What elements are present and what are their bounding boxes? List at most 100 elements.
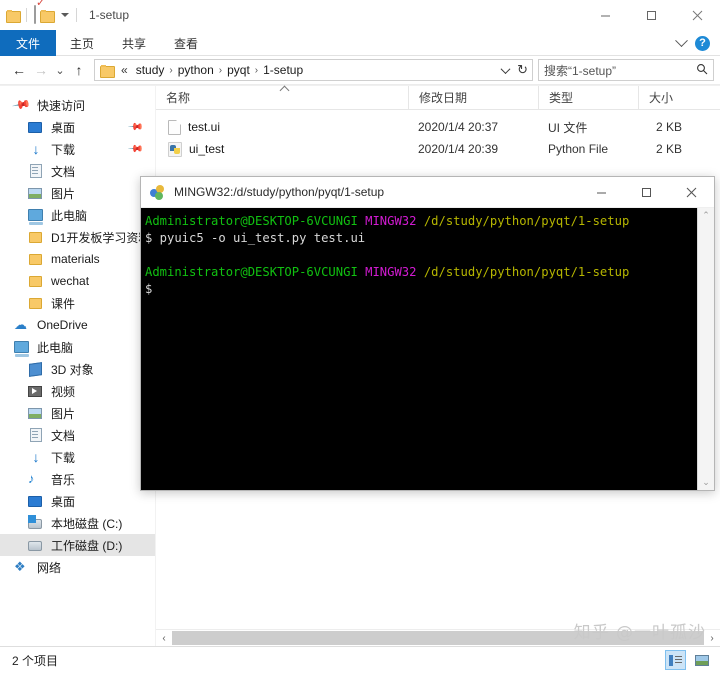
sidebar-item-8[interactable]: wechat bbox=[0, 270, 155, 292]
breadcrumb-item-python[interactable]: python bbox=[174, 63, 218, 77]
document-icon bbox=[28, 427, 44, 443]
scroll-left-icon[interactable]: ‹ bbox=[156, 630, 172, 647]
file-type-cell: UI 文件 bbox=[548, 120, 588, 135]
window-title: 1-setup bbox=[89, 8, 130, 22]
sidebar-item-9[interactable]: 课件 bbox=[0, 292, 155, 314]
sidebar-item-label: 音乐 bbox=[51, 472, 76, 487]
table-row[interactable]: test.ui 2020/1/4 20:37 UI 文件 2 KB bbox=[156, 116, 720, 138]
sidebar-item-20[interactable]: 工作磁盘 (D:) bbox=[0, 534, 155, 556]
search-icon[interactable] bbox=[696, 63, 708, 78]
pin-icon[interactable]: 📌 bbox=[126, 119, 143, 136]
sidebar-item-14[interactable]: 图片 bbox=[0, 402, 155, 424]
scroll-right-icon[interactable]: › bbox=[704, 630, 720, 647]
breadcrumb-overflow-icon[interactable]: « bbox=[115, 63, 132, 77]
column-header-type[interactable]: 类型 bbox=[538, 85, 638, 110]
videos-icon bbox=[28, 383, 44, 399]
terminal-screen[interactable]: Administrator@DESKTOP-6VCUNGI MINGW32 /d… bbox=[141, 208, 714, 490]
pin-icon: 📌 bbox=[11, 94, 32, 115]
tab-share[interactable]: 共享 bbox=[108, 30, 160, 56]
breadcrumb: « study › python › pyqt › 1-setup bbox=[115, 63, 496, 77]
terminal-line: Administrator@DESKTOP-6VCUNGI MINGW32 /d… bbox=[145, 264, 697, 281]
terminal-line: Administrator@DESKTOP-6VCUNGI MINGW32 /d… bbox=[145, 213, 697, 230]
terminal-close-button[interactable] bbox=[669, 177, 714, 208]
ribbon-tab-bar: 文件 主页 共享 查看 ? bbox=[0, 30, 720, 56]
sidebar-item-16[interactable]: ↓ 下载 bbox=[0, 446, 155, 468]
help-icon[interactable]: ? bbox=[695, 35, 710, 51]
chevron-down-icon[interactable] bbox=[675, 33, 688, 47]
maximize-button[interactable] bbox=[628, 0, 674, 30]
scroll-down-icon[interactable]: ⌄ bbox=[702, 477, 710, 488]
terminal-line: $ bbox=[145, 281, 697, 298]
address-dropdown-icon[interactable] bbox=[500, 63, 511, 74]
quick-access-toolbar bbox=[6, 5, 80, 24]
sidebar-item-5[interactable]: 此电脑 bbox=[0, 204, 155, 226]
terminal-vertical-scrollbar[interactable]: ⌃ ⌄ bbox=[697, 208, 714, 490]
address-bar[interactable]: « study › python › pyqt › 1-setup ↻ bbox=[94, 59, 533, 81]
sidebar-item-11[interactable]: 此电脑 bbox=[0, 336, 155, 358]
sidebar-item-6[interactable]: D1开发板学习资料 bbox=[0, 226, 155, 248]
horizontal-scrollbar[interactable]: ‹ › bbox=[156, 629, 720, 646]
sidebar-item-3[interactable]: 文档 bbox=[0, 160, 155, 182]
column-header-name[interactable]: 名称 bbox=[156, 85, 408, 110]
tab-view[interactable]: 查看 bbox=[160, 30, 212, 56]
details-view-button[interactable] bbox=[665, 650, 686, 670]
details-view-icon bbox=[669, 654, 682, 666]
customize-caret-icon[interactable] bbox=[61, 13, 69, 17]
breadcrumb-item-study[interactable]: study bbox=[132, 63, 169, 77]
large-icons-view-button[interactable] bbox=[691, 650, 712, 670]
terminal-minimize-button[interactable] bbox=[579, 177, 624, 208]
large-icons-view-icon bbox=[694, 654, 709, 666]
sidebar-item-13[interactable]: 视频 bbox=[0, 380, 155, 402]
refresh-icon[interactable]: ↻ bbox=[517, 62, 528, 78]
folder-icon bbox=[28, 273, 44, 289]
sidebar-item-7[interactable]: materials bbox=[0, 248, 155, 270]
sidebar-item-15[interactable]: 文档 bbox=[0, 424, 155, 446]
minimize-button[interactable] bbox=[582, 0, 628, 30]
new-folder-icon[interactable] bbox=[40, 9, 55, 23]
terminal-output[interactable]: Administrator@DESKTOP-6VCUNGI MINGW32 /d… bbox=[141, 208, 697, 490]
terminal-segment: MINGW32 bbox=[365, 265, 417, 279]
sidebar-item-4[interactable]: 图片 bbox=[0, 182, 155, 204]
sidebar-item-label: 图片 bbox=[51, 186, 76, 201]
sidebar-item-label: 视频 bbox=[51, 384, 76, 399]
sidebar-item-19[interactable]: 本地磁盘 (C:) bbox=[0, 512, 155, 534]
column-header-date[interactable]: 修改日期 bbox=[408, 85, 538, 110]
sidebar-item-12[interactable]: 3D 对象 bbox=[0, 358, 155, 380]
sidebar-item-label: 桌面 bbox=[51, 120, 76, 135]
sidebar-item-0[interactable]: 📌 快速访问 bbox=[0, 94, 155, 116]
terminal-segment: Administrator@DESKTOP-6VCUNGI bbox=[145, 265, 366, 279]
mingw32-terminal-window: MINGW32:/d/study/python/pyqt/1-setup Adm… bbox=[140, 176, 715, 491]
breadcrumb-item-pyqt[interactable]: pyqt bbox=[223, 63, 254, 77]
search-input[interactable]: 搜索“1-setup” bbox=[544, 62, 616, 79]
terminal-maximize-button[interactable] bbox=[624, 177, 669, 208]
search-box[interactable]: 搜索“1-setup” bbox=[538, 59, 714, 81]
file-size-cell: 2 KB bbox=[656, 142, 683, 156]
folder-icon[interactable] bbox=[6, 9, 21, 23]
sidebar-item-21[interactable]: ❖ 网络 bbox=[0, 556, 155, 578]
sidebar-item-2[interactable]: ↓ 下载 📌 bbox=[0, 138, 155, 160]
back-button[interactable]: ← bbox=[8, 59, 30, 81]
tab-file[interactable]: 文件 bbox=[0, 30, 57, 56]
table-row[interactable]: ui_test 2020/1/4 20:39 Python File 2 KB bbox=[156, 138, 720, 160]
sidebar-item-1[interactable]: 桌面 📌 bbox=[0, 116, 155, 138]
column-header-size[interactable]: 大小 bbox=[638, 85, 720, 110]
tab-home[interactable]: 主页 bbox=[56, 30, 108, 56]
breadcrumb-item-1-setup[interactable]: 1-setup bbox=[259, 63, 307, 77]
sidebar-item-17[interactable]: ♪ 音乐 bbox=[0, 468, 155, 490]
close-button[interactable] bbox=[674, 0, 720, 30]
scroll-up-icon[interactable]: ⌃ bbox=[702, 210, 710, 221]
file-size-cell: 2 KB bbox=[656, 120, 683, 134]
sidebar-item-10[interactable]: ☁ OneDrive bbox=[0, 314, 155, 336]
scrollbar-track[interactable] bbox=[172, 631, 704, 645]
network-icon: ❖ bbox=[14, 559, 26, 574]
pin-icon[interactable]: 📌 bbox=[126, 141, 143, 158]
forward-button: → bbox=[34, 62, 48, 78]
download-icon: ↓ bbox=[32, 449, 40, 465]
up-button[interactable]: ↑ bbox=[68, 59, 90, 81]
sidebar-item-18[interactable]: 桌面 bbox=[0, 490, 155, 512]
terminal-segment: Administrator@DESKTOP-6VCUNGI bbox=[145, 214, 366, 228]
python-file-icon bbox=[168, 141, 182, 157]
scrollbar-thumb[interactable] bbox=[172, 631, 704, 645]
recent-locations-icon[interactable]: ⌄ bbox=[52, 59, 68, 81]
